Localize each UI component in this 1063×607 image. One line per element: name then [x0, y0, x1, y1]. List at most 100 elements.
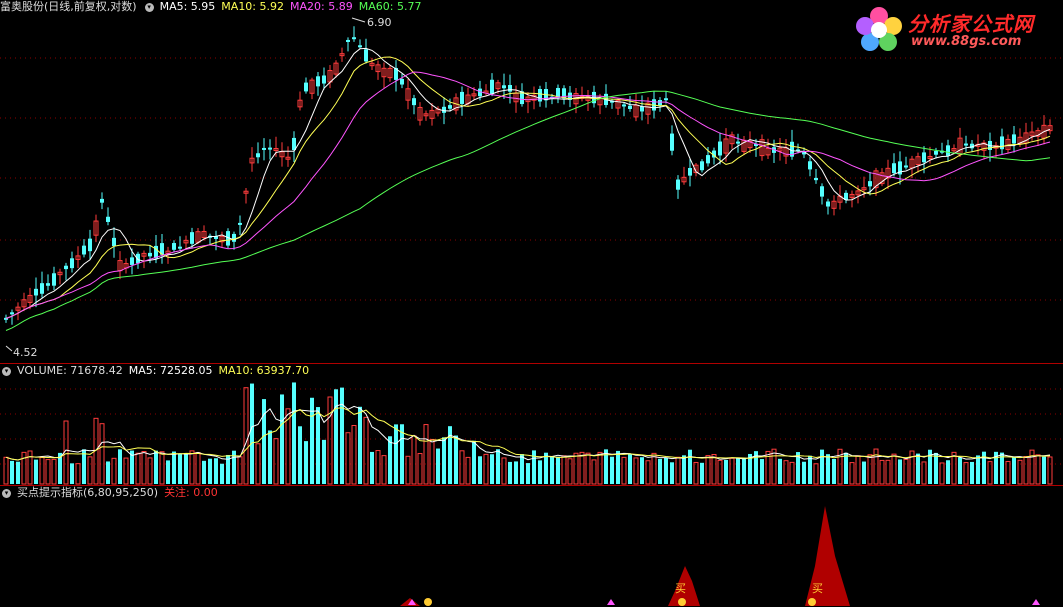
volume-bar: [514, 461, 518, 484]
candle: [190, 232, 194, 244]
volume-bar: [70, 463, 74, 484]
volume-bar: [459, 450, 465, 485]
ma5-line: [5, 47, 1051, 319]
volume-bar: [729, 457, 735, 485]
volume-bar: [532, 450, 536, 484]
candle: [358, 45, 362, 48]
volume-bar: [970, 461, 974, 484]
volume-bar: [298, 426, 302, 484]
volume-bar: [934, 452, 938, 484]
candle: [82, 245, 86, 255]
volume-bar: [417, 453, 423, 485]
candle: [508, 85, 512, 92]
candle: [820, 186, 824, 197]
volume-bar: [243, 387, 249, 485]
volume-bar: [987, 461, 993, 485]
volume-chart[interactable]: [0, 364, 1063, 485]
signal-marker: [1032, 599, 1040, 605]
candle: [1012, 134, 1016, 144]
candle: [52, 273, 56, 286]
candle: [808, 161, 812, 170]
period-info: (日线,前复权,对数): [44, 0, 137, 13]
volume-bar: [1005, 461, 1011, 485]
indicator-name: 买点提示指标(6,80,95,250): [17, 486, 159, 499]
volume-bar: [567, 458, 573, 485]
buy-dot: [808, 598, 816, 606]
candle: [658, 100, 662, 106]
volume-bar: [802, 461, 806, 484]
volume-bar: [87, 456, 93, 485]
candle: [34, 288, 38, 296]
volume-bar: [760, 459, 764, 484]
volume-bar: [16, 461, 20, 484]
volume-bar: [465, 456, 471, 485]
logo: 分析家公式网 www.88gs.com: [853, 4, 1053, 56]
indicator-dropdown-icon[interactable]: ▾: [2, 488, 11, 498]
volume-bar: [705, 455, 711, 485]
candle: [538, 88, 542, 102]
candle: [256, 153, 260, 158]
volume-bar: [358, 406, 362, 484]
settings-dropdown-icon[interactable]: ▾: [144, 2, 154, 12]
candle: [628, 105, 632, 109]
volume-bar: [411, 435, 417, 485]
logo-url: www.88gs.com: [911, 34, 1022, 49]
volume-bar: [478, 456, 482, 484]
volume-bar: [304, 441, 308, 484]
candle: [70, 258, 74, 269]
volume-bar: [844, 452, 848, 484]
ma60-line: [5, 90, 1051, 331]
volume-bar: [903, 458, 909, 485]
volume-bar: [268, 430, 272, 484]
candle: [88, 238, 92, 252]
indicator-panel: 买买 ▾ 买点提示指标(6,80,95,250) 关注: 0.00: [0, 486, 1063, 607]
volume-bar: [166, 460, 170, 484]
candle: [106, 216, 110, 222]
volume-bar: [640, 457, 644, 484]
indicator-chart[interactable]: 买买: [0, 486, 1063, 607]
volume-bar: [742, 457, 746, 484]
candle: [904, 165, 908, 168]
volume-bar: [891, 453, 897, 485]
volume-bar: [501, 457, 507, 485]
volume-bar: [826, 454, 830, 484]
candle: [664, 98, 668, 101]
candle: [946, 145, 950, 156]
volume-bar: [885, 459, 891, 485]
volume-bar: [1029, 449, 1035, 485]
volume-bar: [39, 457, 45, 485]
buy-signal-label: 买: [812, 582, 823, 595]
volume-bar: [436, 448, 440, 484]
volume-bar: [21, 451, 27, 485]
volume-bar: [789, 461, 795, 485]
volume-bar: [867, 454, 873, 485]
volume-bar: [172, 451, 176, 484]
buy-dot: [678, 598, 686, 606]
volume-bar: [621, 456, 627, 485]
candle: [400, 78, 404, 85]
ma5-label: MA5: 5.95: [159, 0, 216, 13]
candle: [460, 91, 464, 104]
candle: [172, 243, 176, 250]
candle: [826, 201, 830, 207]
volume-dropdown-icon[interactable]: ▾: [2, 366, 11, 376]
volume-bar: [700, 462, 704, 484]
volume-bar: [1042, 456, 1046, 484]
candle: [934, 151, 938, 155]
volume-bar: [610, 456, 614, 484]
logo-text: 分析家公式网: [908, 12, 1034, 36]
volume-bar: [958, 457, 962, 484]
volume-bar: [771, 448, 777, 485]
volume-bar: [345, 432, 351, 485]
volume-bar: [394, 424, 398, 484]
volume-ma10-label: MA10: 63937.70: [218, 364, 310, 377]
candle: [412, 98, 416, 106]
candle: [10, 312, 14, 315]
low-price-label: 4.52: [13, 346, 38, 359]
candle: [148, 252, 152, 257]
volume-bar: [556, 456, 560, 484]
volume-bar: [616, 450, 620, 484]
candle: [178, 246, 182, 249]
volume-bar: [1012, 456, 1016, 484]
volume-bar: [976, 455, 980, 484]
